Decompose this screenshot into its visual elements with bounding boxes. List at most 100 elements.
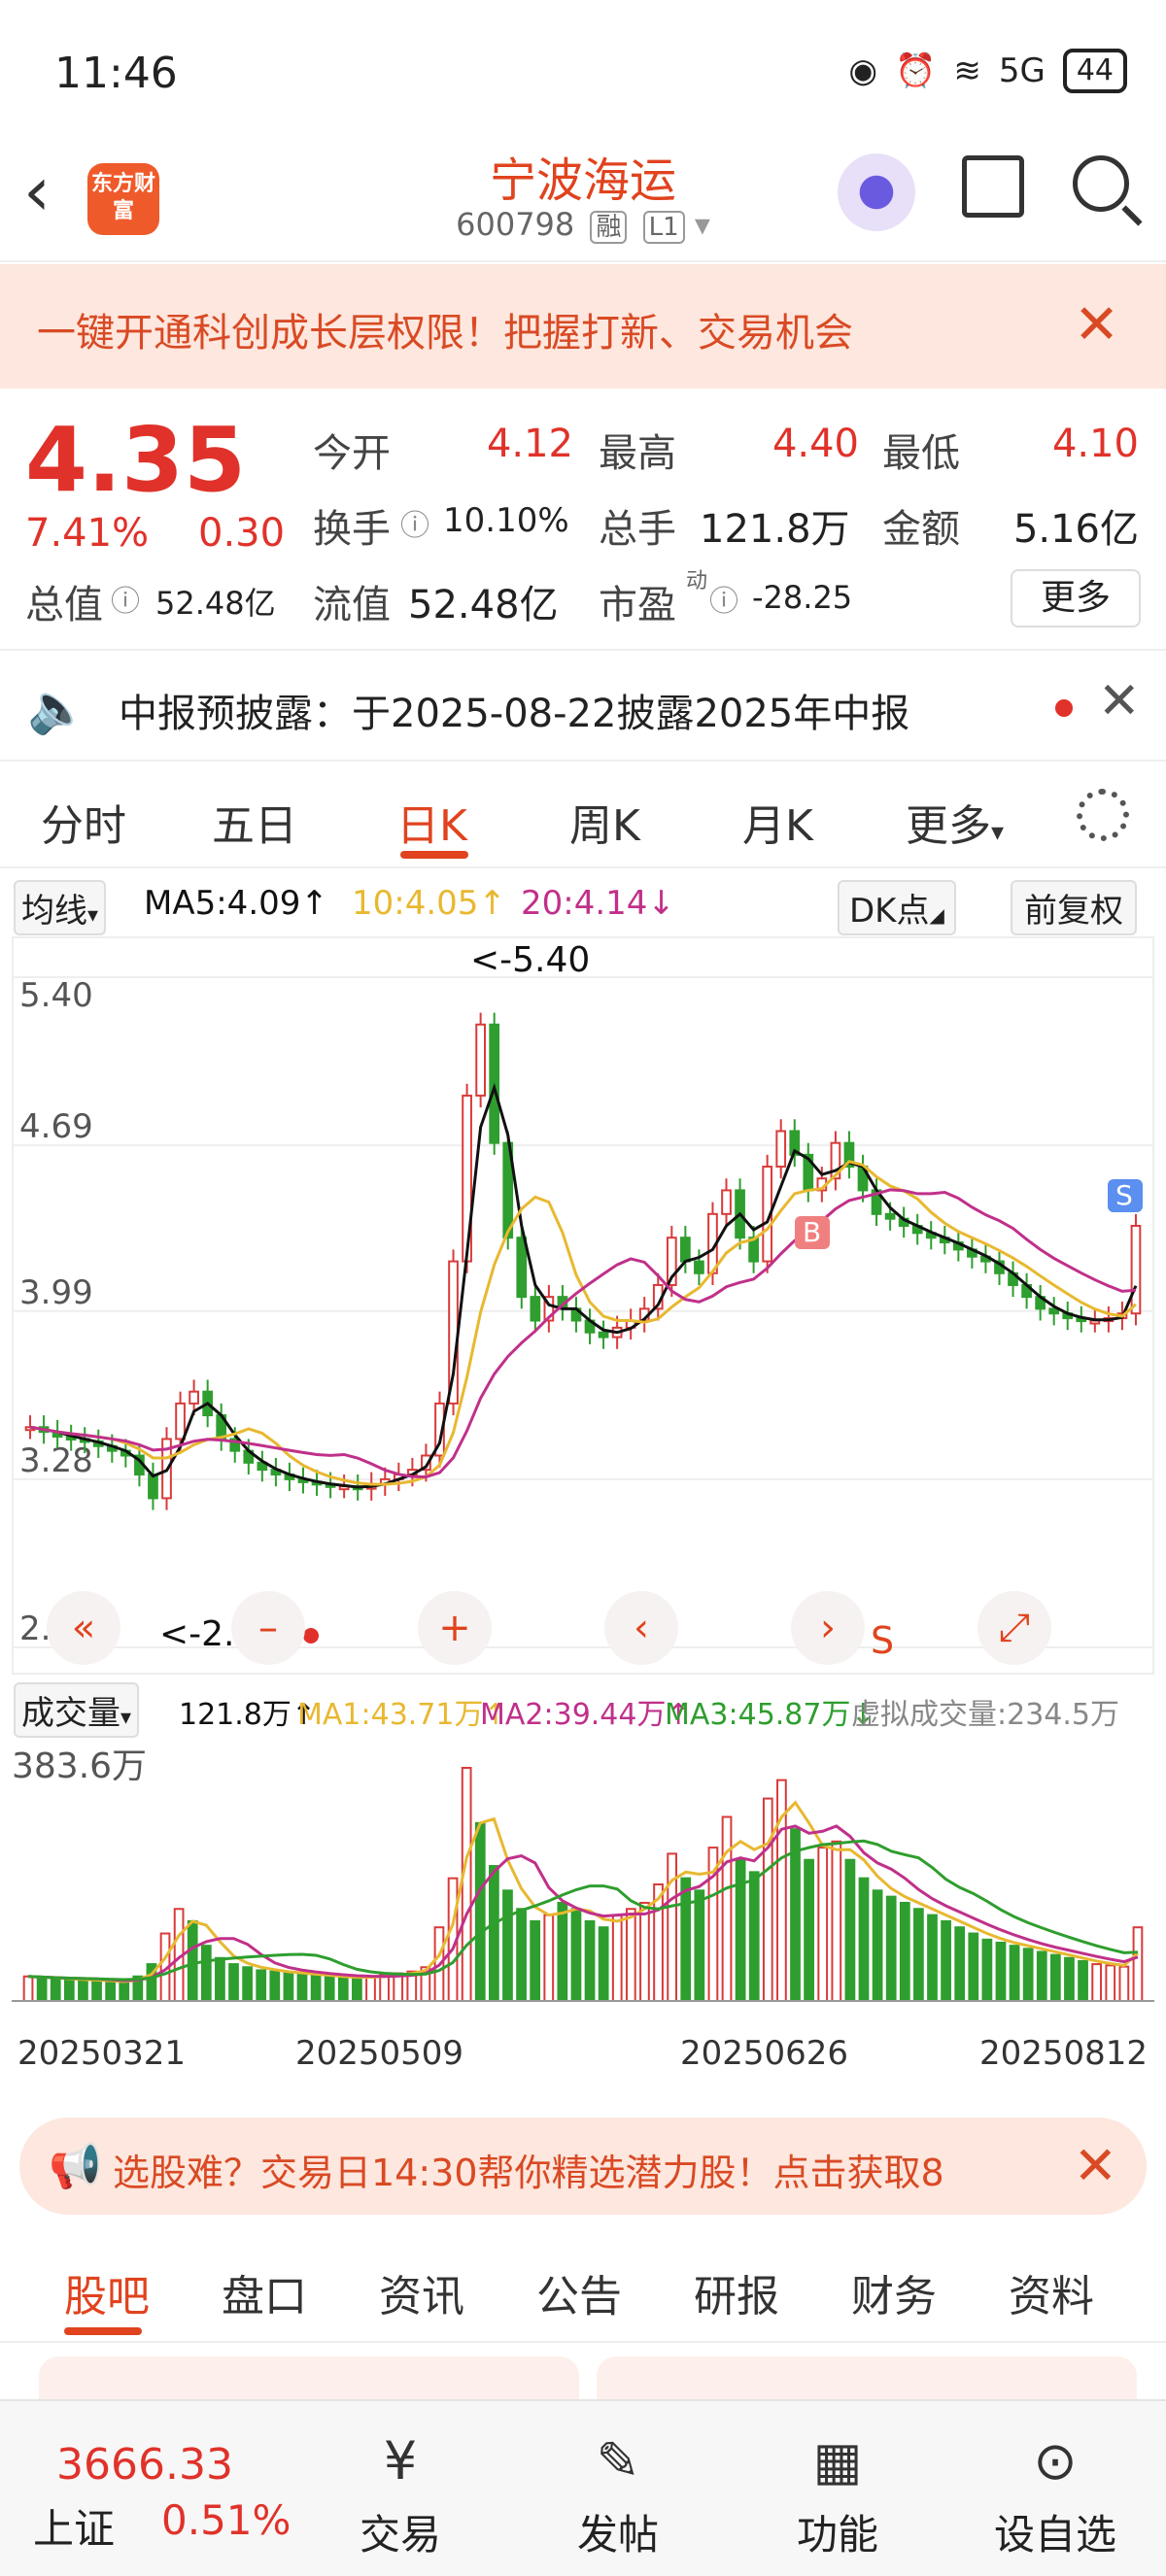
indicator-select[interactable]: 均线▾ [14, 880, 107, 935]
volume-bar-down [584, 1919, 596, 2002]
float-value: 52.48亿 [408, 583, 559, 627]
volume-bar-down [256, 1969, 267, 2002]
active-subtab-indicator [64, 2327, 142, 2335]
volume-bar-down [78, 1979, 88, 2003]
volume-bar-down [36, 1977, 48, 2002]
tab-finance[interactable]: 财务 [851, 2261, 937, 2323]
volume-bar-down [872, 1889, 883, 2003]
info-icon[interactable]: ⓘ [400, 501, 429, 544]
ma10-line [29, 1160, 1137, 1486]
max-price-label: <-5.40 [470, 940, 590, 980]
vol-ma3: MA3:45.87万↓ [665, 1698, 875, 1732]
nav-post-label: 发帖 [576, 2511, 659, 2559]
volume-chart[interactable]: 383.6万 [12, 1739, 1154, 2020]
volume-bar-up [1132, 1926, 1144, 2002]
index-value[interactable]: 3666.33 [56, 2440, 233, 2490]
volume-bar-down [50, 1978, 61, 2002]
search-icon[interactable] [1073, 155, 1129, 212]
fullscreen-button[interactable]: ⤢ [977, 1591, 1051, 1665]
volume-bar-down [858, 1877, 870, 2002]
quote-panel: 4.35 7.41% 0.30 今开 4.12 最高 4.40 最低 4.10 … [0, 389, 1166, 646]
close-icon[interactable]: ✕ [1074, 2135, 1117, 2196]
promo-banner[interactable]: 一键开通科创成长层权限！把握打新、交易机会 ✕ [0, 264, 1166, 389]
tab-more[interactable]: 更多▾ [906, 791, 1004, 853]
tab-guba[interactable]: 股吧 [64, 2261, 150, 2323]
volume-bar-up [1118, 1965, 1130, 2002]
dropdown-icon[interactable]: ▾ [695, 206, 710, 243]
promo-text[interactable]: 一键开通科创成长层权限！把握打新、交易机会 [37, 301, 853, 357]
tab-profile[interactable]: 资料 [1009, 2261, 1094, 2323]
scroll-right-button[interactable]: › [791, 1591, 865, 1665]
volume-bar-down [105, 1980, 117, 2002]
volume-value: 121.8万 [700, 507, 850, 552]
nav-trade[interactable]: ¥ 交易 [323, 2430, 478, 2561]
volume-bar-down [885, 1895, 897, 2002]
volume-bar-down [804, 1858, 814, 2002]
tab-monthly-k[interactable]: 月K [742, 791, 813, 853]
open-label: 今开 [313, 431, 391, 476]
tab-weekly-k[interactable]: 周K [569, 791, 640, 853]
wifi-icon: ≋ [953, 51, 981, 90]
tab-news[interactable]: 资讯 [379, 2261, 464, 2323]
zoom-in-button[interactable]: + [418, 1591, 492, 1665]
volume-bar-down [694, 1889, 705, 2003]
index-name[interactable]: 上证 [33, 2496, 115, 2556]
apps-icon: ▦ [812, 2430, 863, 2491]
volume-bar-up [543, 1914, 555, 2002]
stock-code: 600798 [456, 206, 575, 243]
dk-point-button[interactable]: DK点◢ [838, 880, 956, 935]
volume-indicator-select[interactable]: 成交量▾ [14, 1682, 140, 1738]
candle-up [189, 1390, 199, 1405]
volume-bar-down [91, 1980, 102, 2003]
volume-bar-up [379, 1974, 390, 2002]
index-change[interactable]: 0.51% [161, 2496, 291, 2544]
more-quote-button[interactable]: 更多 [1011, 569, 1141, 627]
stock-pick-promo[interactable]: 📢 选股难？交易日14:30帮你精选潜力股！点击获取8 ✕ [19, 2118, 1147, 2215]
tab-announcements[interactable]: 公告 [536, 2261, 622, 2323]
notice-text[interactable]: 中报预披露：于2025-08-22披露2025年中报 [119, 682, 909, 738]
margin-tag: 融 [590, 211, 628, 244]
gear-icon[interactable] [1077, 789, 1129, 841]
scroll-left-button[interactable]: ‹ [604, 1591, 678, 1665]
notice-bar[interactable]: 🔈 中报预披露：于2025-08-22披露2025年中报 ✕ [0, 649, 1166, 762]
volume-svg: 383.6万 [12, 1746, 1154, 2003]
scroll-left-far-button[interactable]: « [47, 1591, 120, 1665]
nav-post[interactable]: ✎ 发帖 [540, 2430, 696, 2561]
candle-up [775, 1130, 787, 1169]
share-icon[interactable] [962, 155, 1024, 218]
status-bar: 11:46 ◉ ⏰ ≋ 5G 44 [0, 0, 1166, 136]
amount-label: 金额 [882, 507, 960, 552]
volume-bar-down [324, 1975, 335, 2003]
stock-pick-promo-text[interactable]: 选股难？交易日14:30帮你精选潜力股！点击获取8 [113, 2143, 1046, 2196]
indicator-select-label: 均线 [21, 892, 87, 931]
tab-pankou[interactable]: 盘口 [222, 2261, 307, 2323]
nav-functions[interactable]: ▦ 功能 [760, 2430, 915, 2561]
volume-bar-down [995, 1942, 1007, 2002]
candle-up [721, 1189, 732, 1215]
volume-legend-row: 成交量▾ 121.8万↑ MA1:43.71万↑ MA2:39.44万↑ MA3… [0, 1678, 1166, 1738]
active-tab-indicator [400, 851, 468, 859]
y-tick-label: 5.40 [19, 976, 93, 1015]
adjust-button[interactable]: 前复权 [1011, 880, 1137, 935]
volume-bar-up [639, 1901, 650, 2003]
volume-bar-down [941, 1919, 951, 2002]
close-icon[interactable]: ✕ [1074, 293, 1119, 356]
volume-bar-down [352, 1977, 362, 2002]
ma10-value: 10:4.05↑ [352, 884, 506, 923]
candle-down [598, 1331, 609, 1339]
tab-daily-k[interactable]: 日K [396, 791, 467, 853]
y-tick-label: 3.99 [19, 1273, 93, 1312]
tab-intraday[interactable]: 分时 [41, 791, 126, 853]
high-value: 4.40 [772, 422, 859, 466]
info-icon[interactable]: ⓘ [111, 577, 140, 620]
card-placeholder [39, 2356, 579, 2399]
close-icon[interactable]: ✕ [1098, 672, 1141, 730]
tab-five-day[interactable]: 五日 [212, 791, 297, 853]
info-icon[interactable]: ⓘ [709, 577, 738, 620]
assistant-avatar-icon[interactable] [838, 153, 915, 231]
tab-research[interactable]: 研报 [694, 2261, 779, 2323]
volume-bar-down [1078, 1959, 1088, 2003]
nav-favorite[interactable]: ⊙ 设自选 [977, 2430, 1133, 2561]
zoom-out-button[interactable]: – [231, 1591, 305, 1665]
kline-chart[interactable]: 5.404.693.993.282.57<-5.40<-2.57BSS « – … [12, 936, 1154, 1675]
